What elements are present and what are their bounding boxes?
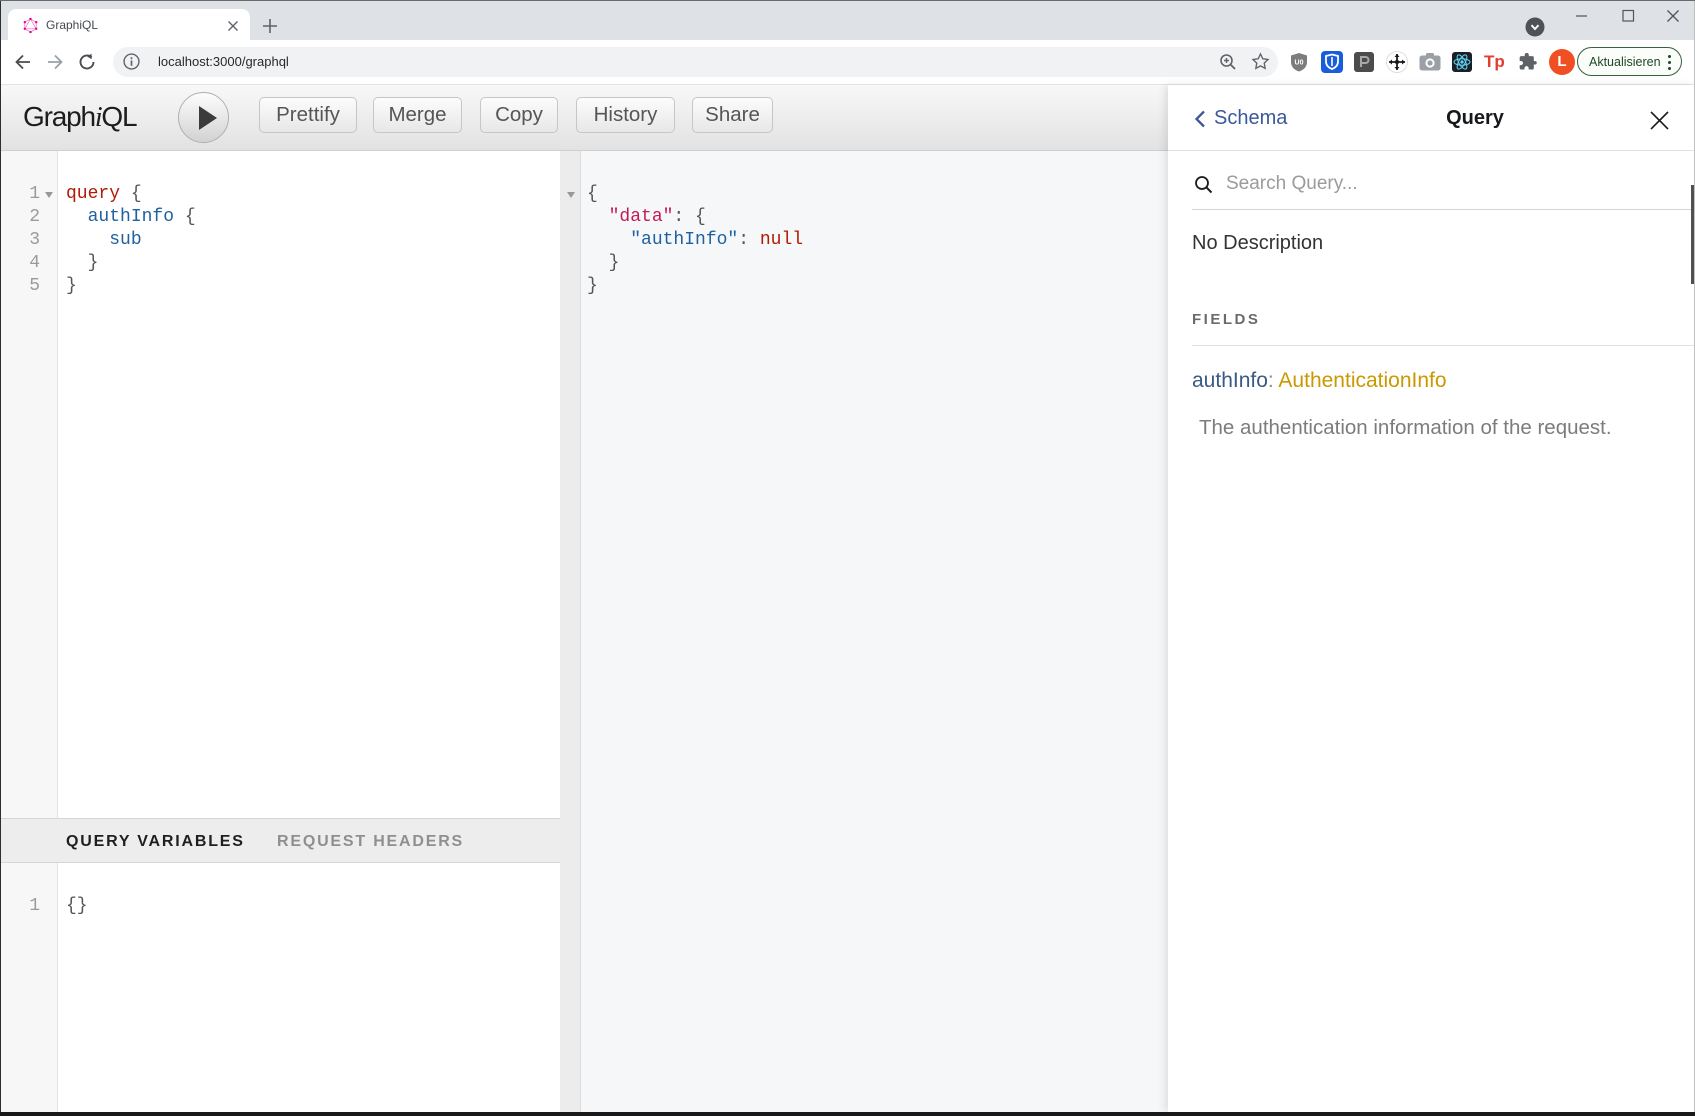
- svg-text:U0: U0: [1295, 60, 1304, 67]
